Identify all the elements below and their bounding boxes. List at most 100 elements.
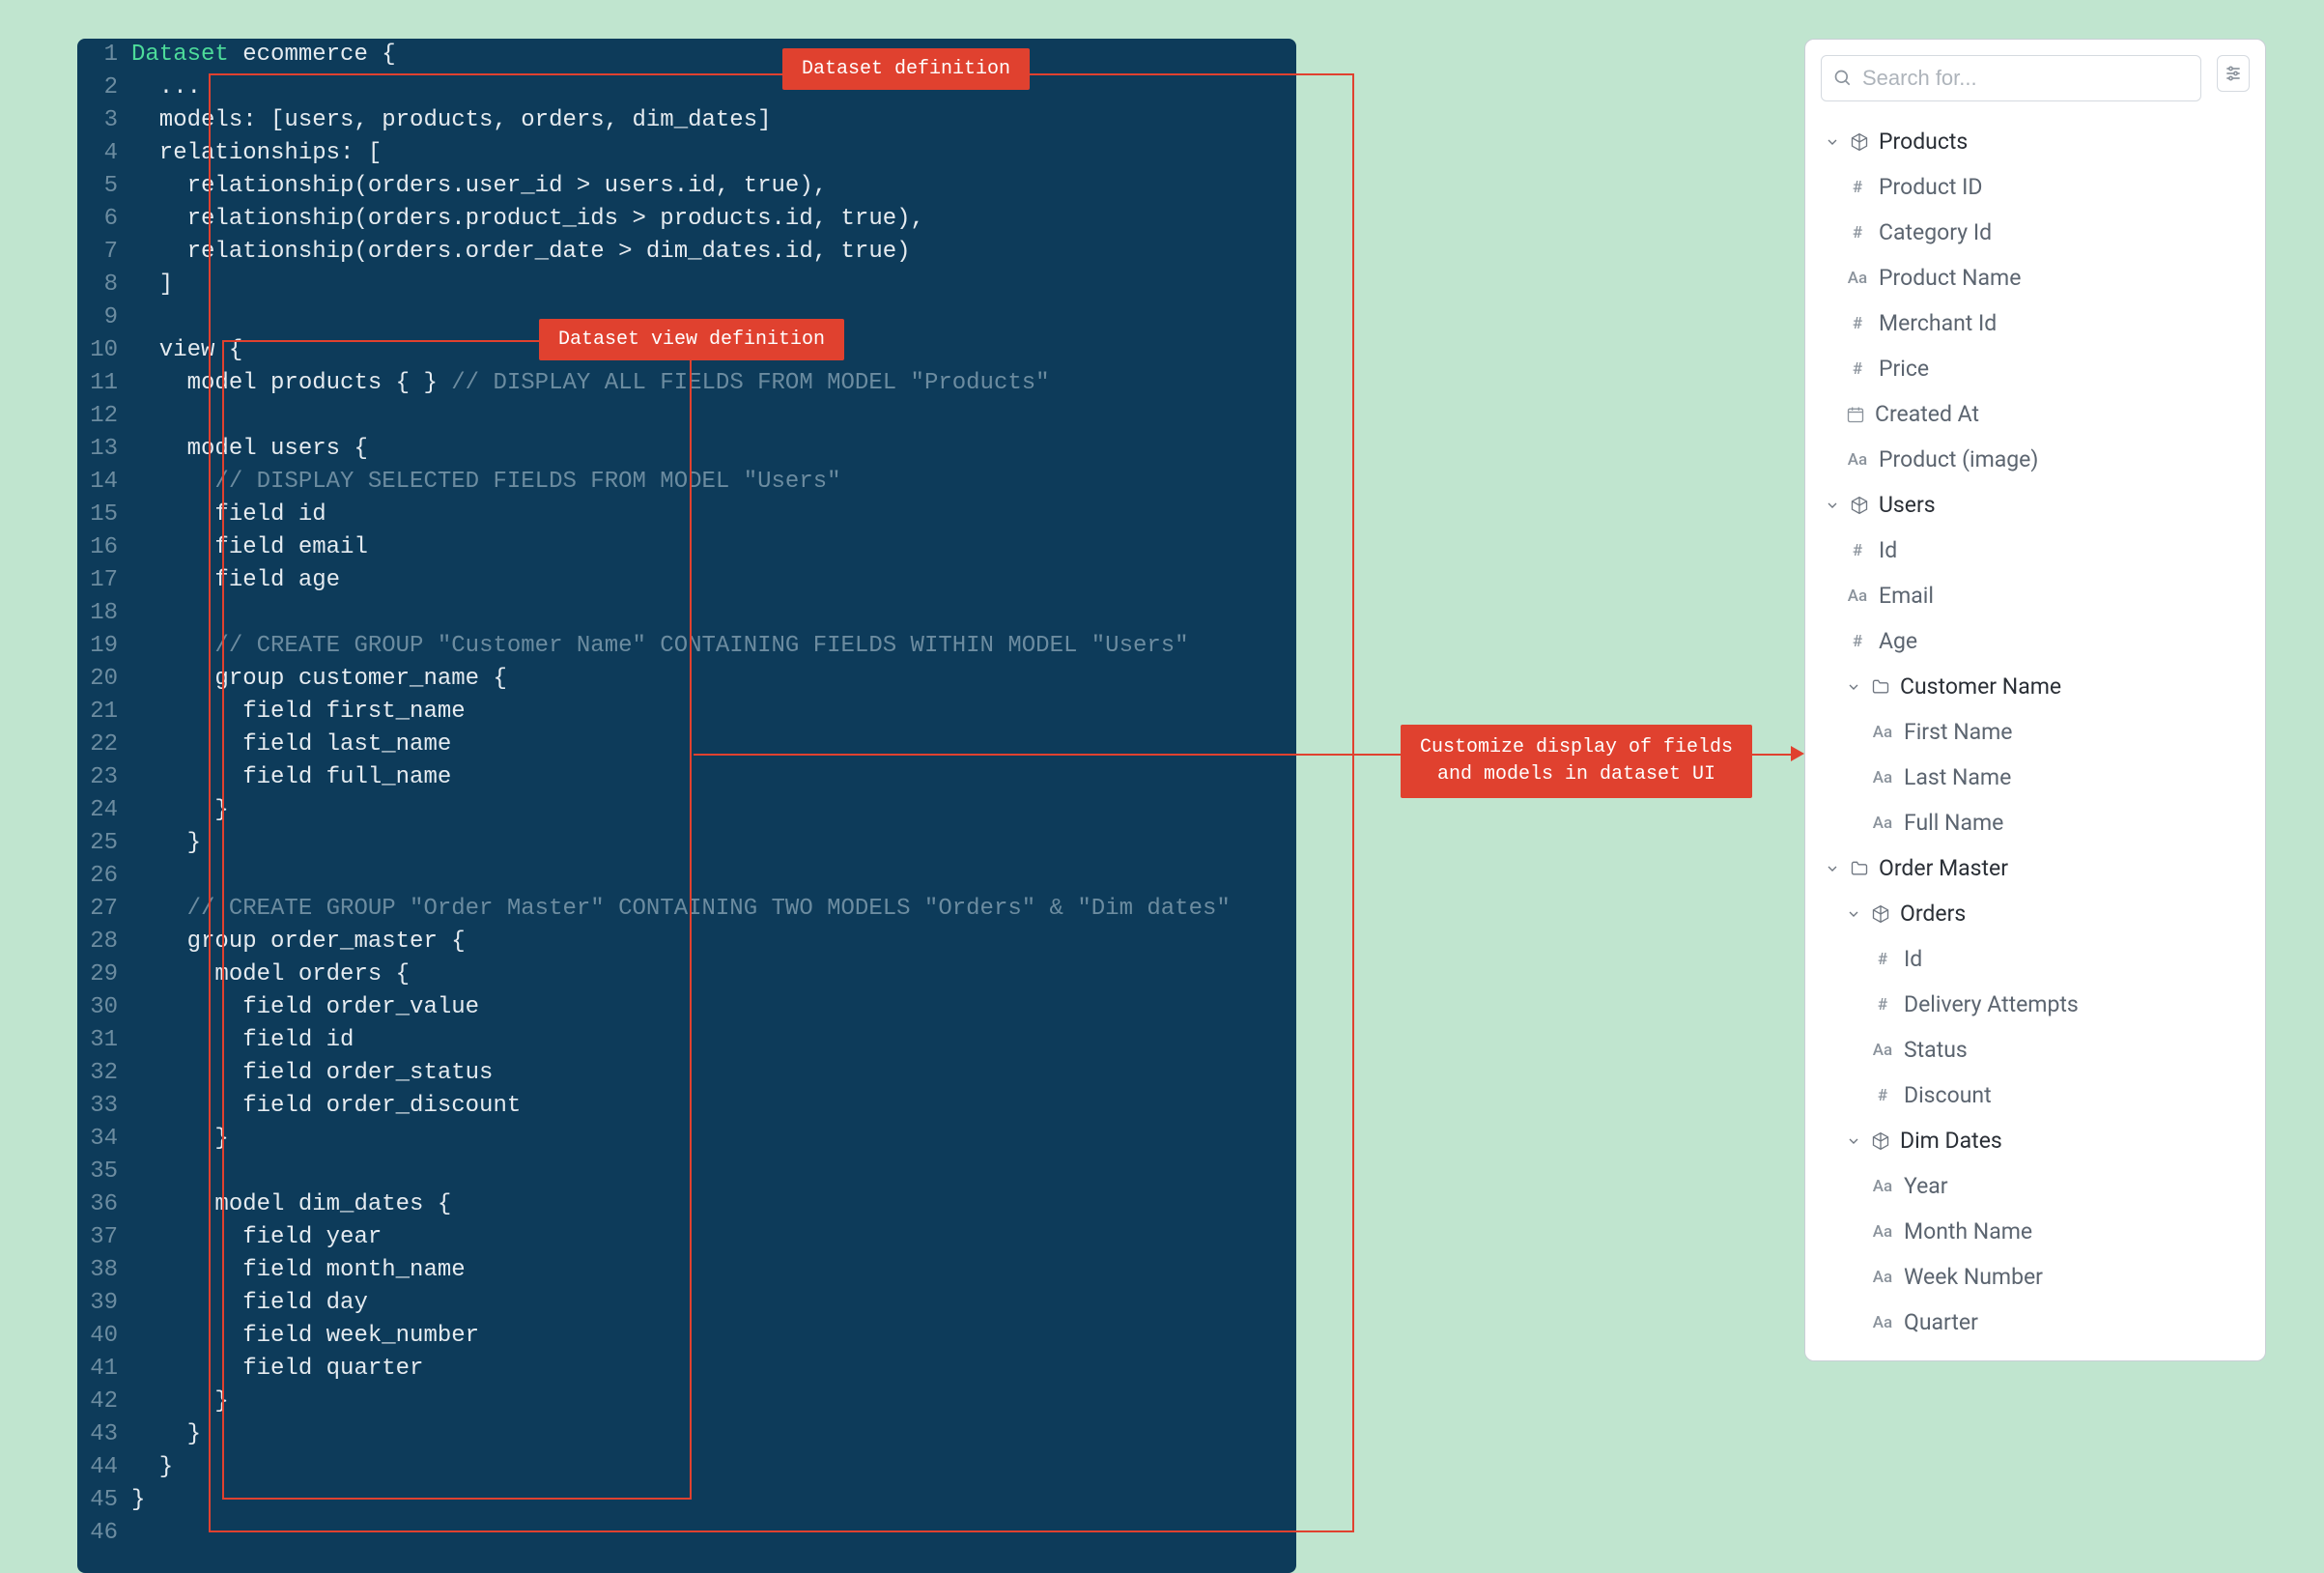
tree-group[interactable]: Users <box>1821 482 2250 528</box>
gutter-number: 14 <box>77 466 131 499</box>
search-input[interactable] <box>1862 66 2189 91</box>
tree-leaf[interactable]: AaFirst Name <box>1821 709 2250 755</box>
code-line: 43 } <box>77 1418 1296 1451</box>
tree-leaf[interactable]: AaQuarter <box>1821 1300 2250 1345</box>
tree-group[interactable]: Customer Name <box>1821 664 2250 709</box>
tree-group[interactable]: Dim Dates <box>1821 1118 2250 1163</box>
sliders-icon <box>2224 64 2243 83</box>
tree-leaf[interactable]: AaFull Name <box>1821 800 2250 845</box>
text-type-icon: Aa <box>1871 1177 1894 1196</box>
gutter-number: 38 <box>77 1254 131 1287</box>
tree-group[interactable]: Orders <box>1821 891 2250 936</box>
text-type-icon: Aa <box>1871 1313 1894 1332</box>
code-content: field month_name <box>131 1254 1296 1287</box>
code-line: 8 ] <box>77 269 1296 301</box>
code-line: 7 relationship(orders.order_date > dim_d… <box>77 236 1296 269</box>
code-line: 22 field last_name <box>77 729 1296 761</box>
code-line: 20 group customer_name { <box>77 663 1296 696</box>
code-content: } <box>131 794 1296 827</box>
gutter-number: 39 <box>77 1287 131 1320</box>
code-line: 3 models: [users, products, orders, dim_… <box>77 104 1296 137</box>
tree-leaf[interactable]: #Discount <box>1821 1072 2250 1118</box>
code-content: field last_name <box>131 729 1296 761</box>
code-line: 30 field order_value <box>77 991 1296 1024</box>
code-line: 1Dataset ecommerce { <box>77 39 1296 72</box>
tree-leaf[interactable]: AaYear <box>1821 1163 2250 1209</box>
code-content: } <box>131 1386 1296 1418</box>
chevron-down-icon <box>1825 498 1840 513</box>
gutter-number: 23 <box>77 761 131 794</box>
code-content: field day <box>131 1287 1296 1320</box>
gutter-number: 7 <box>77 236 131 269</box>
code-content: model dim_dates { <box>131 1188 1296 1221</box>
tree-label: Email <box>1879 583 1934 609</box>
text-type-icon: Aa <box>1871 768 1894 787</box>
code-line: 11 model products { } // DISPLAY ALL FIE… <box>77 367 1296 400</box>
cube-icon <box>1850 496 1869 515</box>
text-type-icon: Aa <box>1871 1041 1894 1060</box>
gutter-number: 40 <box>77 1320 131 1353</box>
code-content: } <box>131 1451 1296 1484</box>
tree-label: Dim Dates <box>1900 1128 2002 1154</box>
code-line: 27 // CREATE GROUP "Order Master" CONTAI… <box>77 893 1296 926</box>
tree-leaf[interactable]: Created At <box>1821 391 2250 437</box>
gutter-number: 28 <box>77 926 131 958</box>
tree-group[interactable]: Order Master <box>1821 845 2250 891</box>
number-type-icon: # <box>1871 995 1894 1015</box>
tree-leaf[interactable]: #Age <box>1821 618 2250 664</box>
code-content <box>131 597 1296 630</box>
search-settings-button[interactable] <box>2217 55 2250 92</box>
gutter-number: 44 <box>77 1451 131 1484</box>
search-box[interactable] <box>1821 55 2201 101</box>
number-type-icon: # <box>1871 950 1894 969</box>
text-type-icon: Aa <box>1846 450 1869 470</box>
tree-leaf[interactable]: AaLast Name <box>1821 755 2250 800</box>
code-content: field full_name <box>131 761 1296 794</box>
code-content: relationship(orders.order_date > dim_dat… <box>131 236 1296 269</box>
code-content: model orders { <box>131 958 1296 991</box>
tree-leaf[interactable]: Aa Status <box>1821 1027 2250 1072</box>
code-line: 21 field first_name <box>77 696 1296 729</box>
tree-leaf[interactable]: #Price <box>1821 346 2250 391</box>
gutter-number: 45 <box>77 1484 131 1517</box>
tree-leaf[interactable]: AaEmail <box>1821 573 2250 618</box>
tree-leaf[interactable]: AaProduct (image) <box>1821 437 2250 482</box>
tree-leaf[interactable]: AaMonth Name <box>1821 1209 2250 1254</box>
gutter-number: 21 <box>77 696 131 729</box>
tree-leaf[interactable]: #Id <box>1821 528 2250 573</box>
code-content: field id <box>131 499 1296 531</box>
gutter-number: 26 <box>77 860 131 893</box>
gutter-number: 9 <box>77 301 131 334</box>
tree-leaf[interactable]: #Id <box>1821 936 2250 982</box>
text-type-icon: Aa <box>1871 723 1894 742</box>
number-type-icon: # <box>1846 359 1869 379</box>
code-line: 14 // DISPLAY SELECTED FIELDS FROM MODEL… <box>77 466 1296 499</box>
gutter-number: 43 <box>77 1418 131 1451</box>
code-line: 5 relationship(orders.user_id > users.id… <box>77 170 1296 203</box>
code-line: 6 relationship(orders.product_ids > prod… <box>77 203 1296 236</box>
gutter-number: 19 <box>77 630 131 663</box>
chevron-down-icon <box>1825 134 1840 150</box>
tree-leaf[interactable]: AaProduct Name <box>1821 255 2250 300</box>
tree-leaf[interactable]: AaWeek Number <box>1821 1254 2250 1300</box>
anno-arrow-head <box>1791 746 1804 761</box>
number-type-icon: # <box>1846 178 1869 197</box>
code-line: 39 field day <box>77 1287 1296 1320</box>
code-editor[interactable]: 1Dataset ecommerce {2 ...3 models: [user… <box>77 39 1296 1573</box>
code-line: 36 model dim_dates { <box>77 1188 1296 1221</box>
gutter-number: 29 <box>77 958 131 991</box>
anno-badge-dataset: Dataset definition <box>782 48 1030 90</box>
tree-leaf[interactable]: #Merchant Id <box>1821 300 2250 346</box>
tree-label: Discount <box>1904 1082 1992 1108</box>
tree-leaf[interactable]: #Delivery Attempts <box>1821 982 2250 1027</box>
tree-leaf[interactable]: #Product ID <box>1821 164 2250 210</box>
code-content: relationship(orders.product_ids > produc… <box>131 203 1296 236</box>
tree-group[interactable]: Products <box>1821 119 2250 164</box>
number-type-icon: # <box>1846 223 1869 243</box>
gutter-number: 11 <box>77 367 131 400</box>
tree-label: Status <box>1904 1037 1968 1063</box>
tree-leaf[interactable]: #Category Id <box>1821 210 2250 255</box>
code-content: field email <box>131 531 1296 564</box>
number-type-icon: # <box>1846 541 1869 560</box>
code-line: 18 <box>77 597 1296 630</box>
